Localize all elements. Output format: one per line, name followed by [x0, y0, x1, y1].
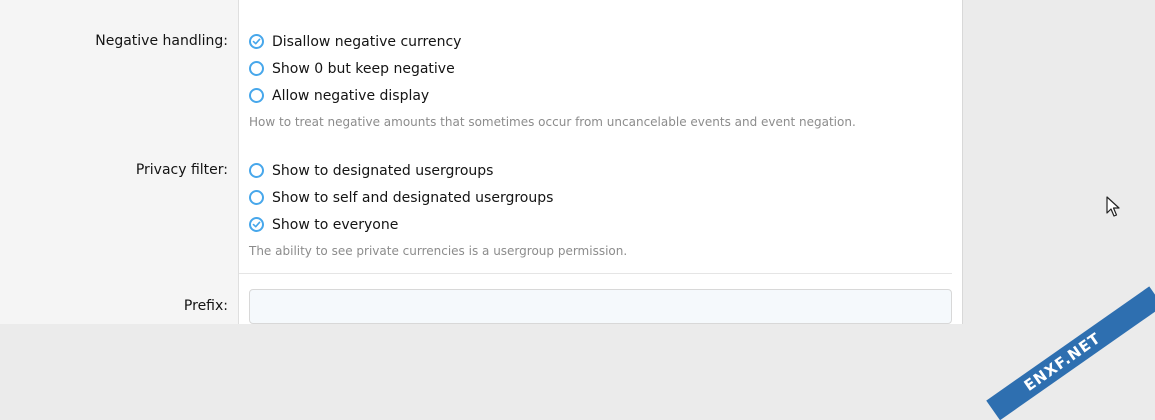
radio-option-show-zero[interactable]: Show 0 but keep negative: [249, 55, 856, 82]
negative-handling-label: Negative handling:: [95, 33, 228, 49]
negative-handling-options: Disallow negative currency Show 0 but ke…: [249, 28, 856, 131]
watermark-text: ENXF.NET: [1020, 328, 1104, 395]
radio-option-label: Disallow negative currency: [272, 33, 462, 50]
radio-option-allow-negative[interactable]: Allow negative display: [249, 82, 856, 109]
radio-option-label: Show to designated usergroups: [272, 162, 494, 179]
privacy-filter-label: Privacy filter:: [135, 162, 228, 178]
radio-unchecked-icon: [249, 61, 264, 76]
row-divider: [239, 273, 952, 274]
radio-option-self-and-designated[interactable]: Show to self and designated usergroups: [249, 184, 627, 211]
radio-unchecked-icon: [249, 88, 264, 103]
prefix-input[interactable]: [249, 289, 952, 324]
mouse-pointer-icon: [1106, 196, 1120, 217]
radio-option-label: Allow negative display: [272, 87, 430, 104]
privacy-filter-options: Show to designated usergroups Show to se…: [249, 157, 627, 260]
radio-option-designated-usergroups[interactable]: Show to designated usergroups: [249, 157, 627, 184]
radio-option-label: Show 0 but keep negative: [272, 60, 455, 77]
negative-handling-hint: How to treat negative amounts that somet…: [249, 115, 856, 129]
radio-option-label: Show to self and designated usergroups: [272, 189, 554, 206]
radio-option-disallow-negative[interactable]: Disallow negative currency: [249, 28, 856, 55]
radio-checked-icon: [249, 34, 264, 49]
radio-option-everyone[interactable]: Show to everyone: [249, 211, 627, 238]
radio-checked-icon: [249, 217, 264, 232]
radio-unchecked-icon: [249, 163, 264, 178]
prefix-label: Prefix:: [183, 298, 228, 314]
watermark-logo: ENXF.NET: [986, 286, 1155, 420]
radio-option-label: Show to everyone: [272, 216, 399, 233]
radio-unchecked-icon: [249, 190, 264, 205]
privacy-filter-hint: The ability to see private currencies is…: [249, 244, 628, 258]
